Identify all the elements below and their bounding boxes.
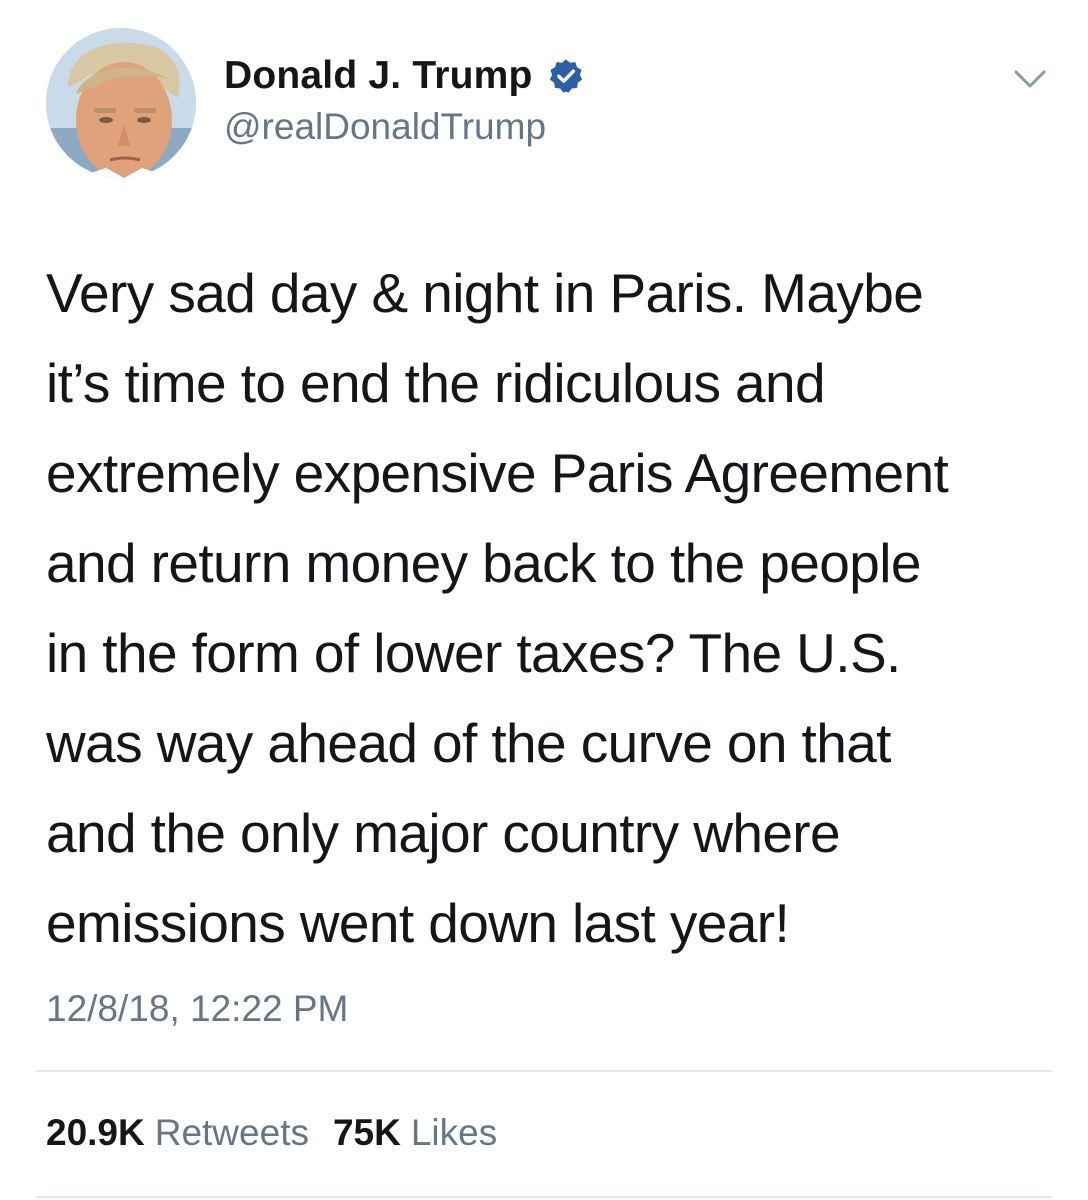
tweet-line: it’s time to end the ridiculous and <box>46 352 826 414</box>
tweet-card: Donald J. Trump @realDonaldTrump Very sa… <box>0 0 1088 1200</box>
engagement-stats: 20.9K Retweets 75K Likes <box>46 1112 521 1154</box>
retweets-stat[interactable]: 20.9K Retweets <box>46 1112 309 1154</box>
display-name[interactable]: Donald J. Trump <box>224 54 533 98</box>
chevron-down-icon[interactable] <box>1010 64 1050 94</box>
divider <box>36 1070 1052 1072</box>
tweet-text: Very sad day & night in Paris. Maybe it’… <box>46 248 1056 968</box>
tweet-line: and the only major country where <box>46 802 841 864</box>
timestamp[interactable]: 12/8/18, 12:22 PM <box>46 988 348 1030</box>
retweets-count: 20.9K <box>46 1112 145 1153</box>
author-name-row: Donald J. Trump <box>224 52 585 100</box>
profile-photo <box>46 28 196 178</box>
tweet-line: extremely expensive Paris Agreement <box>46 442 949 504</box>
handle[interactable]: @realDonaldTrump <box>224 106 546 148</box>
verified-badge-icon <box>549 59 582 93</box>
tweet-line: was way ahead of the curve on that <box>46 712 891 774</box>
retweets-label: Retweets <box>154 1112 309 1153</box>
likes-stat[interactable]: 75K Likes <box>333 1112 497 1154</box>
tweet-line: and return money back to the people <box>46 532 921 594</box>
likes-label: Likes <box>410 1112 498 1153</box>
divider <box>36 1196 1052 1198</box>
tweet-line: emissions went down last year! <box>46 892 790 954</box>
tweet-line: in the form of lower taxes? The U.S. <box>46 622 901 684</box>
avatar[interactable] <box>46 28 196 178</box>
likes-count: 75K <box>332 1112 401 1153</box>
tweet-line: Very sad day & night in Paris. Maybe <box>46 262 924 324</box>
